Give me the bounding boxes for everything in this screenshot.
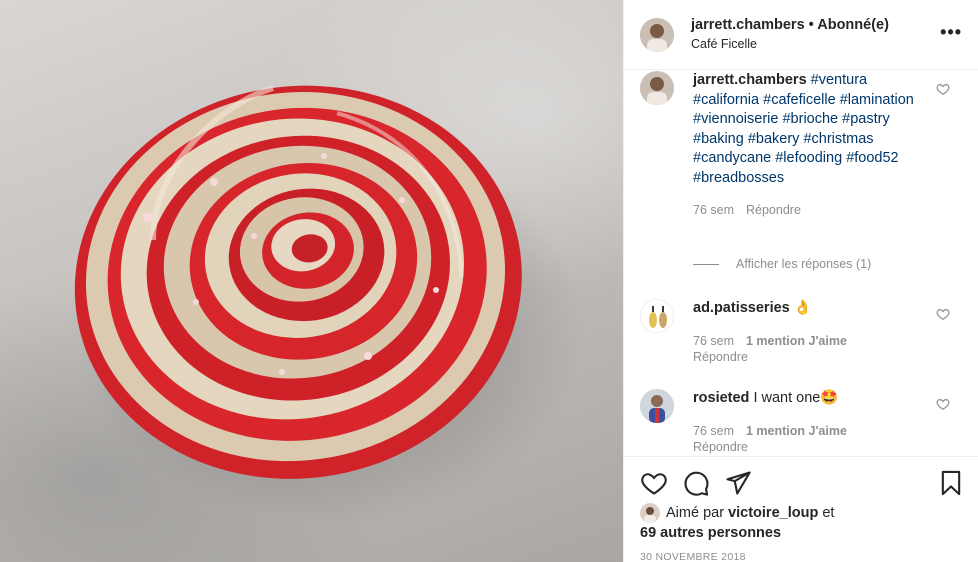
post-date[interactable]: 30 NOVEMBRE 2018 xyxy=(640,551,746,562)
likes-summary: Aimé par victoire_loup et 69 autres pers… xyxy=(640,503,834,543)
commenter-avatar[interactable] xyxy=(640,389,674,423)
hashtag-link[interactable]: #california xyxy=(693,92,759,108)
author-username[interactable]: jarrett.chambers xyxy=(691,17,805,33)
hashtag-link[interactable]: #ventura xyxy=(811,72,867,88)
more-icon[interactable]: ••• xyxy=(940,22,962,43)
caption-avatar[interactable] xyxy=(640,71,674,105)
comment-text: I want one xyxy=(753,390,821,406)
comments-list[interactable]: jarrett.chambers #ventura #california #c… xyxy=(624,71,978,456)
comment-emoji: 👌 xyxy=(793,300,812,316)
liker-username[interactable]: victoire_loup xyxy=(728,505,818,521)
post-actions: Aimé par victoire_loup et 69 autres pers… xyxy=(624,456,978,562)
commenter-username[interactable]: rosieted xyxy=(693,390,749,406)
hashtag-link[interactable]: #cafeficelle xyxy=(763,92,836,108)
share-icon[interactable] xyxy=(724,469,752,497)
hashtag-link[interactable]: #brioche xyxy=(782,111,838,127)
bookmark-icon[interactable] xyxy=(937,469,965,497)
hashtag-link[interactable]: #baking xyxy=(693,131,744,147)
caption-reply-button[interactable]: Répondre xyxy=(746,203,801,217)
liker-avatar[interactable] xyxy=(640,503,660,524)
caption-meta: 76 sem Répondre xyxy=(693,202,925,218)
comment-icon[interactable] xyxy=(682,469,710,497)
comment-reply-button[interactable]: Répondre xyxy=(693,439,925,455)
likes-conjunction: et xyxy=(822,505,835,521)
hashtag-link[interactable]: #breadbosses xyxy=(693,170,784,186)
post-photo[interactable] xyxy=(0,0,623,562)
comment-meta: 76 sem 1 mention J'aime xyxy=(693,423,925,439)
author-avatar[interactable] xyxy=(640,17,674,52)
post-location[interactable]: Café Ficelle xyxy=(691,35,889,53)
caption-username[interactable]: jarrett.chambers xyxy=(693,72,807,88)
view-replies-label: Afficher les réponses (1) xyxy=(736,257,872,271)
likes-others[interactable]: 69 autres personnes xyxy=(640,525,781,541)
candy-cane-pastry-image xyxy=(74,85,585,525)
commenter-avatar[interactable] xyxy=(640,299,674,333)
commenter-username[interactable]: ad.patisseries xyxy=(693,300,790,316)
heart-icon[interactable] xyxy=(936,397,950,411)
heart-icon[interactable] xyxy=(640,469,668,497)
caption-time[interactable]: 76 sem xyxy=(693,203,734,217)
hashtag-link[interactable]: #christmas xyxy=(803,131,873,147)
comment-time[interactable]: 76 sem xyxy=(693,424,734,438)
post-side-panel: jarrett.chambers • Abonné(e) Café Ficell… xyxy=(623,0,978,562)
hashtag-link[interactable]: #bakery xyxy=(748,131,800,147)
hashtag-link[interactable]: #pastry xyxy=(842,111,890,127)
hashtag-link[interactable]: #lamination xyxy=(840,92,914,108)
comment-reply-button[interactable]: Répondre xyxy=(693,349,925,365)
caption-text: jarrett.chambers #ventura #california #c… xyxy=(693,71,925,188)
header-separator: • xyxy=(804,17,818,33)
hashtag-link[interactable]: #food52 xyxy=(846,150,898,166)
likes-prefix: Aimé par xyxy=(666,505,725,521)
comment-meta: 76 sem 1 mention J'aime xyxy=(693,333,925,349)
post-header: jarrett.chambers • Abonné(e) Café Ficell… xyxy=(624,0,978,70)
hashtag-link[interactable]: #viennoiserie xyxy=(693,111,778,127)
comment-likes[interactable]: 1 mention J'aime xyxy=(746,424,847,438)
hashtag-link[interactable]: #candycane xyxy=(693,150,771,166)
replies-divider xyxy=(693,263,719,265)
comment-time[interactable]: 76 sem xyxy=(693,334,734,348)
view-replies-button[interactable]: Afficher les réponses (1) xyxy=(693,257,871,271)
instagram-post: jarrett.chambers • Abonné(e) Café Ficell… xyxy=(0,0,978,562)
heart-icon[interactable] xyxy=(936,307,950,321)
heart-icon[interactable] xyxy=(936,82,950,96)
hashtag-link[interactable]: #lefooding xyxy=(775,150,842,166)
comment-likes[interactable]: 1 mention J'aime xyxy=(746,334,847,348)
action-icons xyxy=(640,469,965,497)
caption-hashtags: #ventura #california #cafeficelle #lamin… xyxy=(693,72,914,186)
comment-emoji: 🤩 xyxy=(820,390,839,406)
follow-status[interactable]: Abonné(e) xyxy=(817,17,889,33)
